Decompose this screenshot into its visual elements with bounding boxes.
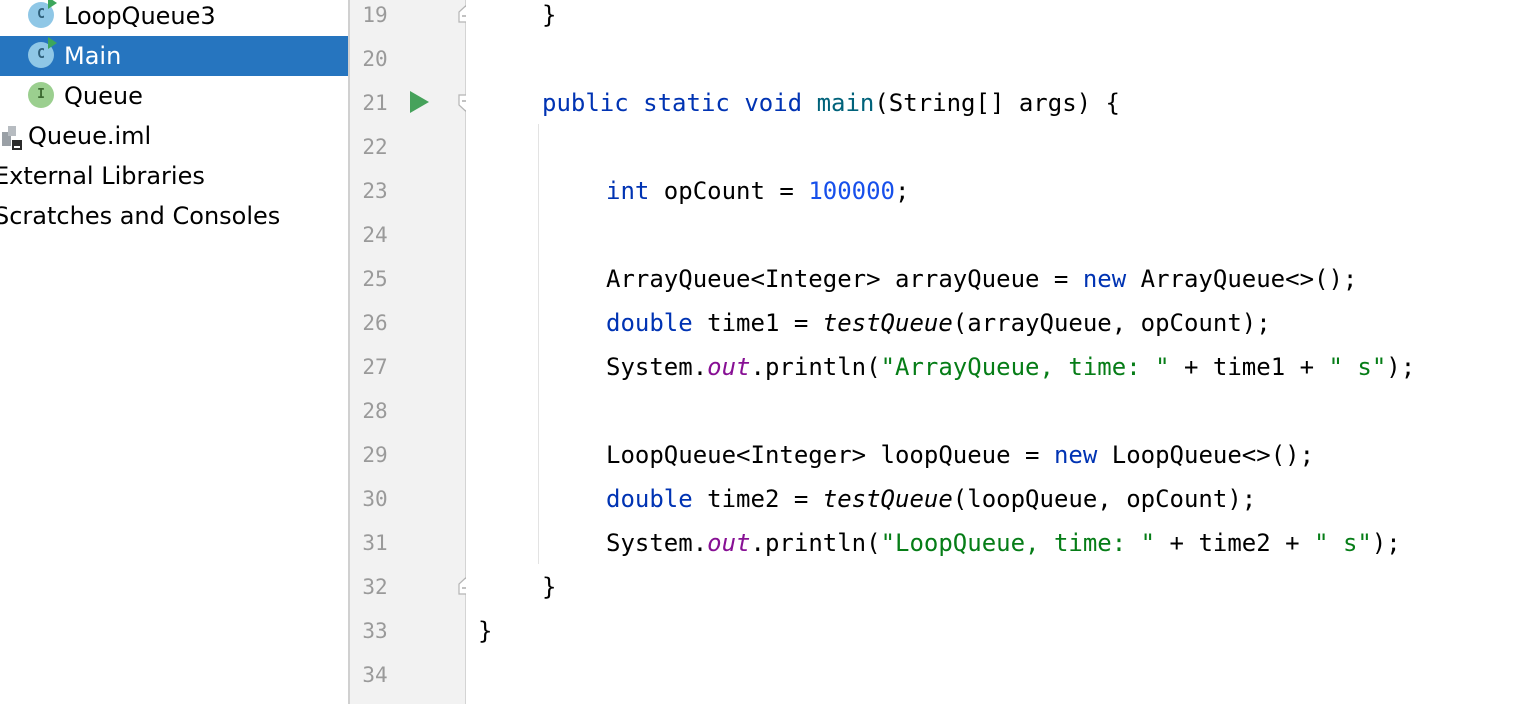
tree-item-scratches-and-consoles[interactable]: Scratches and Consoles	[0, 196, 348, 236]
runnable-marker-icon	[48, 37, 57, 49]
line-number: 27	[362, 355, 388, 379]
code-line-25: ArrayQueue<Integer> arrayQueue = new Arr…	[606, 265, 1358, 293]
line-number: 20	[362, 47, 388, 71]
project-tree: C LoopQueue3 C Main I Queue Queue.iml Ex…	[0, 0, 348, 704]
line-number: 23	[362, 179, 388, 203]
module-file-icon	[2, 126, 22, 150]
line-number: 25	[362, 267, 388, 291]
line-number: 29	[362, 443, 388, 467]
tree-item-label: Queue	[64, 82, 143, 110]
code-line-21: public static void main(String[] args) {	[542, 89, 1120, 117]
class-icon: C	[28, 0, 57, 28]
line-number: 31	[362, 531, 388, 555]
code-line-33: }	[478, 617, 493, 645]
interface-icon: I	[28, 82, 54, 108]
tree-item-queue-iml[interactable]: Queue.iml	[0, 116, 348, 156]
line-number: 28	[362, 399, 388, 423]
tree-item-queue[interactable]: I Queue	[0, 76, 348, 116]
line-number: 19	[362, 3, 388, 27]
line-number: 22	[362, 135, 388, 159]
line-number: 30	[362, 487, 388, 511]
line-number: 26	[362, 311, 388, 335]
tree-item-label: LoopQueue3	[64, 2, 216, 30]
line-number: 34	[362, 663, 388, 687]
runnable-marker-icon	[48, 0, 57, 9]
tree-item-label: Queue.iml	[28, 122, 152, 150]
code-line-31: System.out.println("LoopQueue, time: " +…	[606, 529, 1401, 557]
code-line-29: LoopQueue<Integer> loopQueue = new LoopQ…	[606, 441, 1315, 469]
code-line-32: }	[542, 573, 557, 601]
code-line-27: System.out.println("ArrayQueue, time: " …	[606, 353, 1416, 381]
tree-item-loopqueue3[interactable]: C LoopQueue3	[0, 0, 348, 36]
line-number: 24	[362, 223, 388, 247]
tree-item-label: External Libraries	[0, 162, 205, 190]
tree-item-label: Scratches and Consoles	[0, 202, 281, 230]
line-number: 21	[362, 91, 388, 115]
class-icon: C	[28, 37, 57, 68]
indent-guide	[538, 124, 539, 564]
line-number: 33	[362, 619, 388, 643]
line-number: 32	[362, 575, 388, 599]
tree-item-main[interactable]: C Main	[0, 36, 348, 76]
run-main-icon[interactable]	[410, 91, 429, 113]
tree-item-label: Main	[64, 42, 122, 70]
code-line-23: int opCount = 100000;	[606, 177, 910, 205]
code-line-30: double time2 = testQueue(loopQueue, opCo…	[606, 485, 1257, 513]
code-line-26: double time1 = testQueue(arrayQueue, opC…	[606, 309, 1271, 337]
code-line-19: }	[542, 1, 557, 29]
tree-item-external-libraries[interactable]: External Libraries	[0, 156, 348, 196]
